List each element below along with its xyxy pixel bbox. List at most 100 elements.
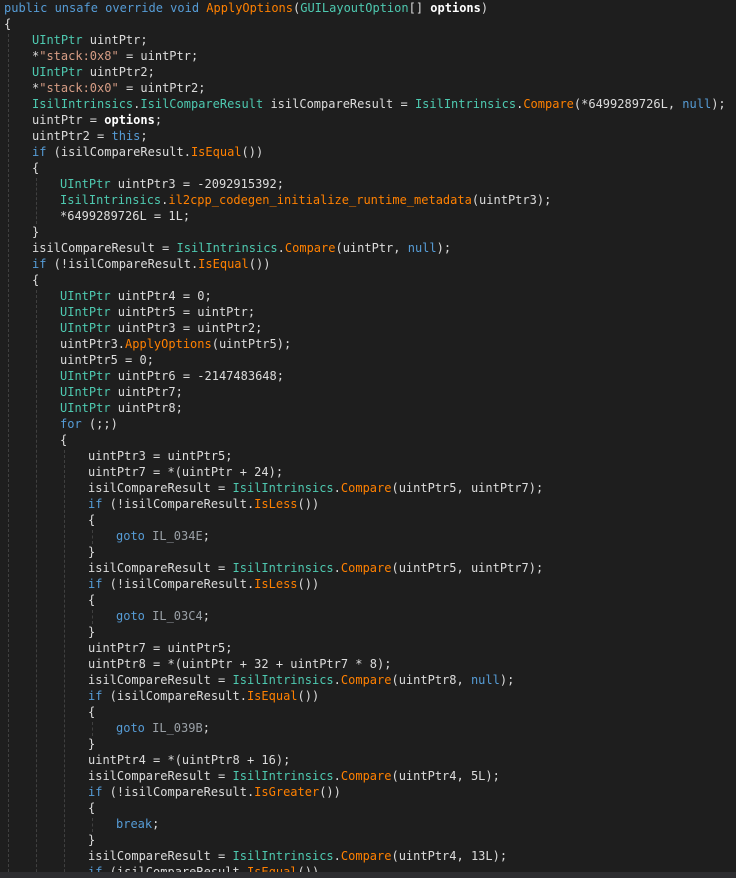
code-line[interactable]: if (!isilCompareResult.IsEqual()) xyxy=(32,256,270,272)
code-line[interactable]: uintPtr7 = uintPtr5; xyxy=(88,640,233,656)
method-token: Compare xyxy=(284,241,336,255)
method-token: IsLess xyxy=(254,577,298,591)
code-line[interactable]: } xyxy=(88,832,95,848)
identifier-token: isilCompareResult = xyxy=(88,561,233,575)
code-line[interactable]: goto IL_03C4; xyxy=(116,608,210,624)
code-line[interactable]: uintPtr7 = *(uintPtr + 24); xyxy=(88,464,283,480)
identifier-token: (;;) xyxy=(81,417,118,431)
operator-token: { xyxy=(32,273,40,287)
code-line[interactable]: IsilIntrinsics.IsilCompareResult isilCom… xyxy=(32,96,726,112)
identifier-token: (uintPtr5, uintPtr7); xyxy=(391,481,544,495)
indent-guide xyxy=(92,530,93,544)
type-token: UIntPtr xyxy=(60,177,111,191)
identifier-token: ); xyxy=(436,241,452,255)
code-line[interactable]: uintPtr2 = this; xyxy=(32,128,148,144)
code-line[interactable]: { xyxy=(32,272,39,288)
operator-token: ) xyxy=(480,1,489,15)
identifier-token: uintPtr7 = *(uintPtr + 24); xyxy=(88,465,284,479)
code-line[interactable]: UIntPtr uintPtr3 = uintPtr2; xyxy=(60,320,262,336)
code-line[interactable]: uintPtr5 = 0; xyxy=(60,352,154,368)
code-line[interactable]: UIntPtr uintPtr; xyxy=(32,32,148,48)
code-line[interactable]: { xyxy=(32,160,39,176)
code-line[interactable]: isilCompareResult = IsilIntrinsics.Compa… xyxy=(88,560,543,576)
code-line[interactable]: isilCompareResult = IsilIntrinsics.Compa… xyxy=(88,768,500,784)
identifier-token: ; xyxy=(140,129,148,143)
code-line[interactable]: { xyxy=(88,592,95,608)
code-line[interactable]: if (isilCompareResult.IsEqual()) xyxy=(88,688,319,704)
code-line[interactable]: if (!isilCompareResult.IsLess()) xyxy=(88,496,319,512)
code-line[interactable]: isilCompareResult = IsilIntrinsics.Compa… xyxy=(88,480,543,496)
identifier-token: (uintPtr5); xyxy=(211,337,292,351)
code-line[interactable]: UIntPtr uintPtr6 = -2147483648; xyxy=(60,368,284,384)
identifier-token: (!isilCompareResult. xyxy=(102,577,255,591)
code-line[interactable]: uintPtr = options; xyxy=(32,112,162,128)
code-line[interactable]: uintPtr3.ApplyOptions(uintPtr5); xyxy=(60,336,291,352)
code-line[interactable]: UIntPtr uintPtr8; xyxy=(60,400,183,416)
identifier-token: (!isilCompareResult. xyxy=(102,497,255,511)
method-token: IsEqual xyxy=(190,145,242,159)
keyword-token: goto xyxy=(116,609,145,623)
method-token: IsLess xyxy=(254,497,298,511)
identifier-token: isilCompareResult = xyxy=(88,849,233,863)
code-line[interactable]: break; xyxy=(116,816,159,832)
horizontal-scrollbar[interactable] xyxy=(0,872,736,878)
code-line[interactable]: if (!isilCompareResult.IsGreater()) xyxy=(88,784,341,800)
identifier-token: (isilCompareResult. xyxy=(102,689,247,703)
keyword-token: null xyxy=(470,673,500,687)
method-token: ApplyOptions xyxy=(206,1,293,15)
indent-guide xyxy=(36,290,37,878)
operator-token: . xyxy=(333,849,341,863)
code-line[interactable]: if (!isilCompareResult.IsLess()) xyxy=(88,576,319,592)
code-line[interactable]: *"stack:0x8" = uintPtr; xyxy=(32,48,198,64)
indent-guide xyxy=(36,178,37,224)
identifier-token: ()) xyxy=(297,689,320,703)
type-token: IsilIntrinsics xyxy=(232,673,334,687)
code-line[interactable]: { xyxy=(88,800,95,816)
code-line[interactable]: { xyxy=(88,512,95,528)
identifier-token: *6499289726L = 1L; xyxy=(60,209,191,223)
code-line[interactable]: UIntPtr uintPtr3 = -2092915392; xyxy=(60,176,284,192)
code-line[interactable]: *6499289726L = 1L; xyxy=(60,208,190,224)
code-line[interactable]: for (;;) xyxy=(60,416,118,432)
code-line[interactable]: isilCompareResult = IsilIntrinsics.Compa… xyxy=(88,672,514,688)
string-token: "stack:0x8" xyxy=(39,49,119,63)
code-line[interactable]: IsilIntrinsics.il2cpp_codegen_initialize… xyxy=(60,192,551,208)
parameter-token: options xyxy=(430,1,481,15)
code-line[interactable]: } xyxy=(32,224,39,240)
code-line[interactable]: uintPtr8 = *(uintPtr + 32 + uintPtr7 * 8… xyxy=(88,656,391,672)
code-line[interactable]: uintPtr4 = *(uintPtr8 + 16); xyxy=(88,752,290,768)
identifier-token: ; xyxy=(202,529,210,543)
identifier-token: (isilCompareResult. xyxy=(46,145,191,159)
type-token: UIntPtr xyxy=(60,369,111,383)
code-line[interactable]: { xyxy=(4,16,11,32)
code-line[interactable]: } xyxy=(88,736,95,752)
identifier-token: ); xyxy=(711,97,726,111)
code-line[interactable]: *"stack:0x0" = uintPtr2; xyxy=(32,80,205,96)
operator-token: } xyxy=(88,545,96,559)
method-token: Compare xyxy=(340,849,392,863)
code-line[interactable]: UIntPtr uintPtr4 = 0; xyxy=(60,288,212,304)
identifier-token: (uintPtr5, uintPtr7); xyxy=(391,561,544,575)
code-line[interactable]: public unsafe override void ApplyOptions… xyxy=(4,0,488,16)
code-editor[interactable]: public unsafe override void ApplyOptions… xyxy=(0,0,736,878)
code-line[interactable]: if (isilCompareResult.IsEqual()) xyxy=(32,144,263,160)
code-line[interactable]: isilCompareResult = IsilIntrinsics.Compa… xyxy=(88,848,507,864)
code-line[interactable]: isilCompareResult = IsilIntrinsics.Compa… xyxy=(32,240,451,256)
code-line[interactable]: { xyxy=(88,704,95,720)
code-line[interactable]: { xyxy=(60,432,67,448)
code-line[interactable]: uintPtr3 = uintPtr5; xyxy=(88,448,233,464)
method-token: il2cpp_codegen_initialize_runtime_metada… xyxy=(168,193,472,207)
code-line[interactable]: goto IL_034E; xyxy=(116,528,210,544)
code-line[interactable]: } xyxy=(88,624,95,640)
identifier-token: uintPtr2 = xyxy=(32,129,112,143)
code-line[interactable]: } xyxy=(88,544,95,560)
method-token: IsEqual xyxy=(246,689,298,703)
code-line[interactable]: goto IL_039B; xyxy=(116,720,210,736)
type-token: IsilIntrinsics xyxy=(176,241,278,255)
code-line[interactable]: UIntPtr uintPtr5 = uintPtr; xyxy=(60,304,255,320)
code-line[interactable]: UIntPtr uintPtr7; xyxy=(60,384,183,400)
identifier-token: ()) xyxy=(319,785,341,799)
type-token: UIntPtr xyxy=(60,401,111,415)
code-line[interactable]: UIntPtr uintPtr2; xyxy=(32,64,155,80)
identifier-token: uintPtr4 = 0; xyxy=(110,289,212,303)
